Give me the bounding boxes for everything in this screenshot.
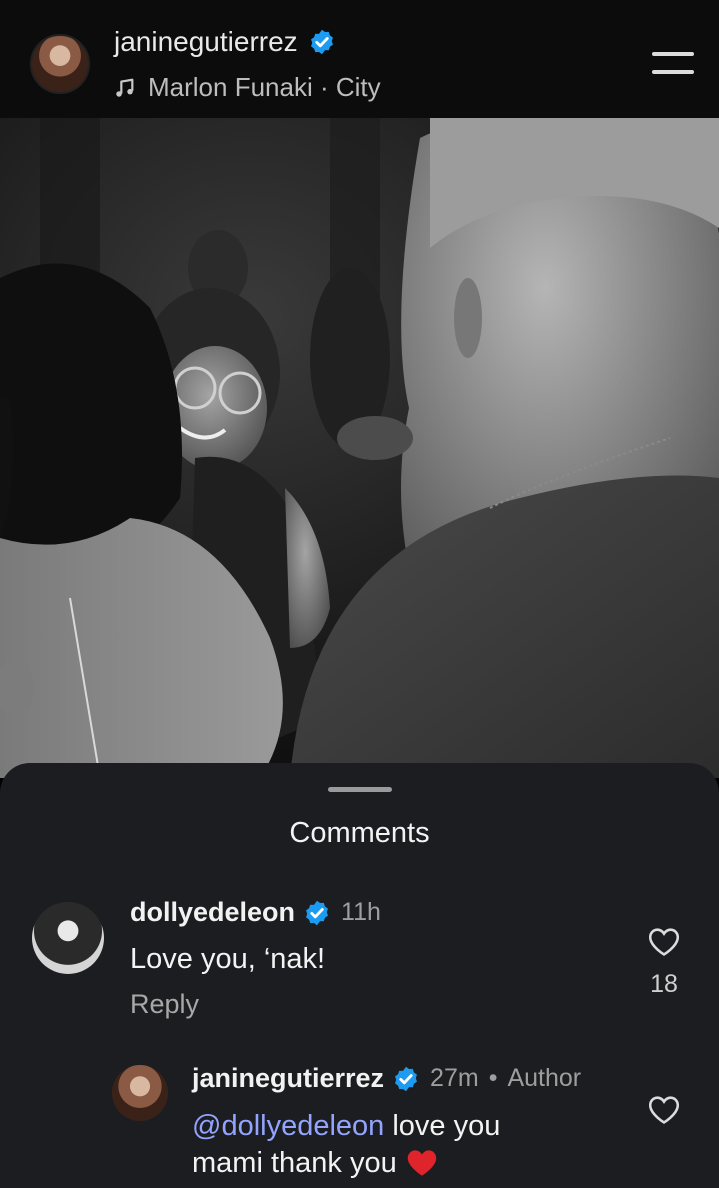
- post-header: janinegutierrez Marlon Funaki · City: [0, 0, 719, 118]
- reply-separator-dot: •: [488, 1064, 498, 1092]
- post-author-username[interactable]: janinegutierrez: [114, 26, 298, 58]
- comment-header: dollyedeleon 11h: [130, 897, 381, 928]
- author-tag: Author: [507, 1064, 582, 1092]
- reply-text: @dollyedeleon love you mami thank you: [192, 1108, 612, 1182]
- post-author[interactable]: janinegutierrez: [114, 26, 336, 58]
- menu-icon[interactable]: [652, 52, 698, 78]
- reply-avatar[interactable]: [112, 1065, 168, 1121]
- music-info[interactable]: Marlon Funaki · City: [114, 72, 381, 103]
- verified-badge-icon: [306, 900, 329, 925]
- reply-button[interactable]: Reply: [130, 989, 199, 1020]
- mention-link[interactable]: @dollyedeleon: [192, 1110, 384, 1142]
- verified-badge-icon: [395, 1066, 418, 1091]
- post-photo[interactable]: [0, 118, 719, 778]
- like-count: 18: [650, 970, 678, 998]
- comment-username[interactable]: dollyedeleon: [130, 897, 295, 928]
- comment-timestamp: 11h: [341, 898, 381, 926]
- comment-text: Love you, ‘nak!: [130, 943, 326, 975]
- comment-avatar[interactable]: [32, 902, 104, 974]
- profile-avatar[interactable]: [30, 34, 90, 94]
- comments-title: Comments: [289, 817, 430, 849]
- music-note-icon: [116, 78, 134, 97]
- verified-badge-icon: [310, 29, 333, 55]
- reply-username[interactable]: janinegutierrez: [192, 1063, 384, 1094]
- heart-outline-icon[interactable]: [647, 1093, 681, 1125]
- reply-text-line1: love you: [384, 1110, 501, 1142]
- sheet-drag-handle[interactable]: [328, 787, 392, 792]
- reply-header: janinegutierrez 27m • Author: [192, 1063, 581, 1094]
- comments-sheet: Comments dollyedeleon 11h Love you, ‘nak…: [0, 763, 719, 1188]
- heart-emoji-icon: [407, 1150, 436, 1176]
- reply-timestamp: 27m: [430, 1064, 479, 1092]
- heart-outline-icon[interactable]: [647, 925, 681, 957]
- photo-image: [0, 118, 719, 778]
- music-track-label: Marlon Funaki · City: [148, 72, 381, 102]
- reply-text-line2: mami thank you: [192, 1147, 397, 1179]
